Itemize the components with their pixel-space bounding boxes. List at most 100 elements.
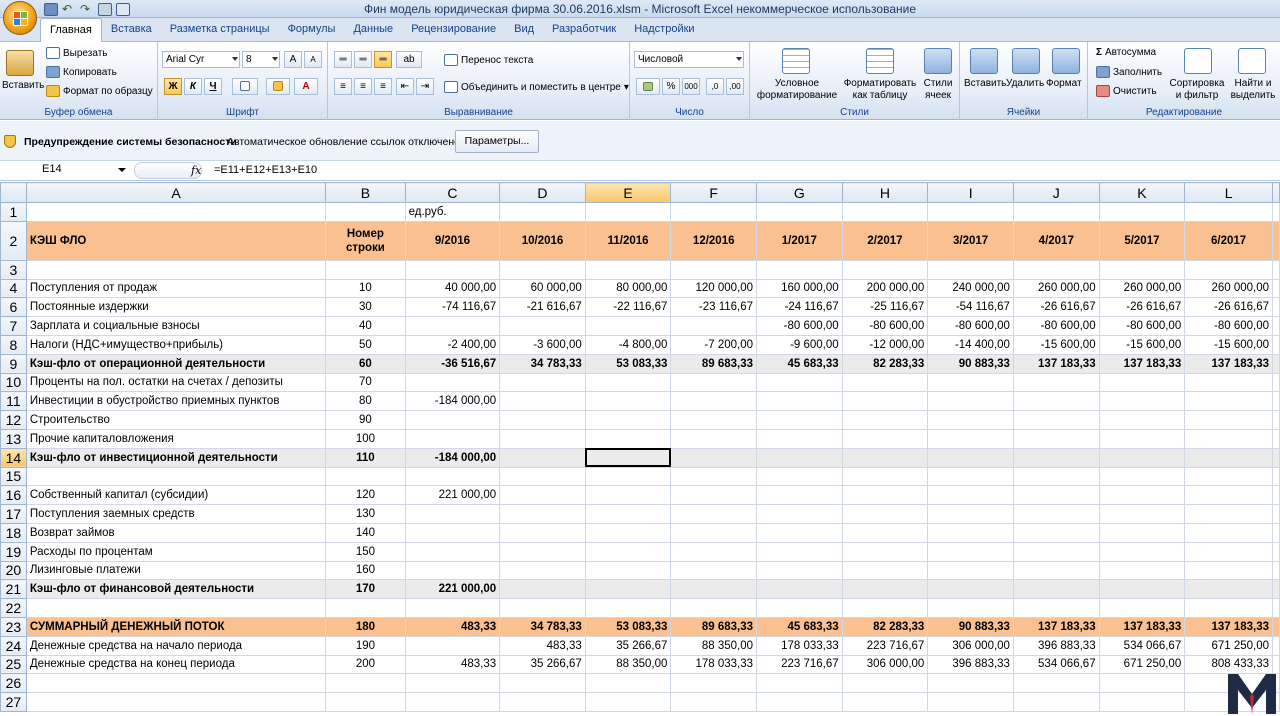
- cell-d1[interactable]: [499, 202, 586, 222]
- orientation-button[interactable]: ab: [396, 51, 422, 68]
- cell-f7[interactable]: [670, 316, 758, 336]
- cell-l14[interactable]: [1184, 447, 1273, 468]
- cell-f3[interactable]: [670, 259, 758, 280]
- cell-h22[interactable]: [841, 598, 929, 618]
- cell-a4[interactable]: Поступления от продаж: [25, 278, 327, 299]
- cell-l16[interactable]: [1184, 485, 1273, 506]
- row-header[interactable]: 7: [0, 316, 27, 336]
- cell-c8[interactable]: -2 400,00: [404, 334, 501, 355]
- cell-k15[interactable]: [1098, 466, 1186, 487]
- cell-g8[interactable]: -9 600,00: [756, 334, 843, 355]
- cell-g19[interactable]: [756, 541, 843, 562]
- cell-f25[interactable]: 178 033,33: [670, 654, 758, 675]
- cell-e6[interactable]: -22 116,67: [584, 297, 672, 318]
- cell-i7[interactable]: -80 600,00: [927, 316, 1014, 336]
- cell-b8[interactable]: 50: [325, 334, 406, 355]
- cell-i26[interactable]: [927, 673, 1014, 694]
- cell-k6[interactable]: -26 616,67: [1098, 297, 1186, 318]
- cell-c13[interactable]: [404, 428, 501, 449]
- cell-a7[interactable]: Зарплата и социальные взносы: [25, 316, 327, 336]
- row-header[interactable]: 21: [0, 579, 27, 600]
- cell-b12[interactable]: 90: [325, 410, 406, 430]
- cell-a17[interactable]: Поступления заемных средств: [25, 504, 327, 524]
- cell-g11[interactable]: [756, 391, 843, 412]
- cell-g16[interactable]: [756, 485, 843, 506]
- grow-font-button[interactable]: A: [284, 51, 302, 68]
- font-size-combo[interactable]: 8: [242, 51, 280, 68]
- format-cells-icon[interactable]: [1052, 48, 1080, 74]
- cell-a24[interactable]: Денежные средства на начало периода: [25, 635, 327, 656]
- cell-e20[interactable]: [584, 560, 672, 581]
- sort-filter-button[interactable]: Сортировка и фильтр: [1168, 78, 1226, 102]
- cell-j18[interactable]: [1012, 522, 1100, 543]
- cell-e11[interactable]: [584, 391, 672, 412]
- cell-a25[interactable]: Денежные средства на конец периода: [25, 654, 327, 675]
- cell-g10[interactable]: [756, 372, 843, 393]
- cell-b3[interactable]: [325, 259, 406, 280]
- row-header[interactable]: 13: [0, 428, 27, 449]
- cell-j14[interactable]: [1012, 447, 1100, 468]
- find-icon[interactable]: [1238, 48, 1266, 74]
- cell-a10[interactable]: Проценты на пол. остатки на счетах / деп…: [25, 372, 327, 393]
- cell-d14[interactable]: [499, 447, 586, 468]
- number-format-combo[interactable]: Числовой: [634, 51, 744, 68]
- cell-d13[interactable]: [499, 428, 586, 449]
- conditional-format-button[interactable]: Условное форматирование: [754, 78, 840, 102]
- decrease-indent-button[interactable]: ⇤: [396, 78, 414, 95]
- cell-b14[interactable]: 110: [325, 447, 406, 468]
- cell-k11[interactable]: [1098, 391, 1186, 412]
- cell-i9[interactable]: 90 883,33: [927, 353, 1014, 374]
- cell-d11[interactable]: [499, 391, 586, 412]
- column-header-e[interactable]: E: [584, 182, 672, 203]
- cell-k19[interactable]: [1098, 541, 1186, 562]
- fill-color-button[interactable]: [266, 78, 290, 95]
- cell-h27[interactable]: [841, 692, 929, 712]
- cell-e22[interactable]: [584, 598, 672, 618]
- format-as-table-icon[interactable]: [866, 48, 894, 74]
- tab-3[interactable]: Формулы: [279, 18, 345, 42]
- cell-l10[interactable]: [1184, 372, 1273, 393]
- italic-button[interactable]: К: [184, 78, 202, 95]
- row-header[interactable]: 1: [0, 202, 27, 222]
- cell-h2[interactable]: 2/2017: [841, 220, 929, 261]
- cell-f14[interactable]: [670, 447, 758, 468]
- cell-c20[interactable]: [404, 560, 501, 581]
- cell-h13[interactable]: [841, 428, 929, 449]
- column-header-f[interactable]: F: [670, 182, 758, 203]
- cell-j3[interactable]: [1012, 259, 1100, 280]
- font-color-button[interactable]: A: [294, 78, 318, 95]
- cell-d21[interactable]: [499, 579, 586, 600]
- row-header[interactable]: 8: [0, 334, 27, 355]
- cell-i25[interactable]: 396 883,33: [927, 654, 1014, 675]
- cell-b25[interactable]: 200: [325, 654, 406, 675]
- cell-j21[interactable]: [1012, 579, 1100, 600]
- cell-d26[interactable]: [499, 673, 586, 694]
- cell-j27[interactable]: [1012, 692, 1100, 712]
- tab-4[interactable]: Данные: [344, 18, 402, 42]
- cell-b6[interactable]: 30: [325, 297, 406, 318]
- cell-f16[interactable]: [670, 485, 758, 506]
- cell-i16[interactable]: [927, 485, 1014, 506]
- select-all-corner[interactable]: [0, 182, 27, 203]
- cell-a8[interactable]: Налоги (НДС+имущество+прибыль): [25, 334, 327, 355]
- cell-i17[interactable]: [927, 504, 1014, 524]
- cell-c17[interactable]: [404, 504, 501, 524]
- row-header[interactable]: 10: [0, 372, 27, 393]
- cell-e9[interactable]: 53 083,33: [584, 353, 672, 374]
- row-header[interactable]: 22: [0, 598, 27, 618]
- insert-cells-button[interactable]: Вставить: [964, 78, 1006, 90]
- cell-e16[interactable]: [584, 485, 672, 506]
- cell-i3[interactable]: [927, 259, 1014, 280]
- cell-b4[interactable]: 10: [325, 278, 406, 299]
- cell-i20[interactable]: [927, 560, 1014, 581]
- cell-l22[interactable]: [1184, 598, 1273, 618]
- find-select-button[interactable]: Найти и выделить: [1228, 78, 1278, 102]
- cell-g3[interactable]: [756, 259, 843, 280]
- cell-k27[interactable]: [1098, 692, 1186, 712]
- cell-b24[interactable]: 190: [325, 635, 406, 656]
- cell-b19[interactable]: 150: [325, 541, 406, 562]
- cell-l23[interactable]: 137 183,33: [1184, 616, 1273, 637]
- cell-l8[interactable]: -15 600,00: [1184, 334, 1273, 355]
- tab-7[interactable]: Разработчик: [543, 18, 625, 42]
- cell-k26[interactable]: [1098, 673, 1186, 694]
